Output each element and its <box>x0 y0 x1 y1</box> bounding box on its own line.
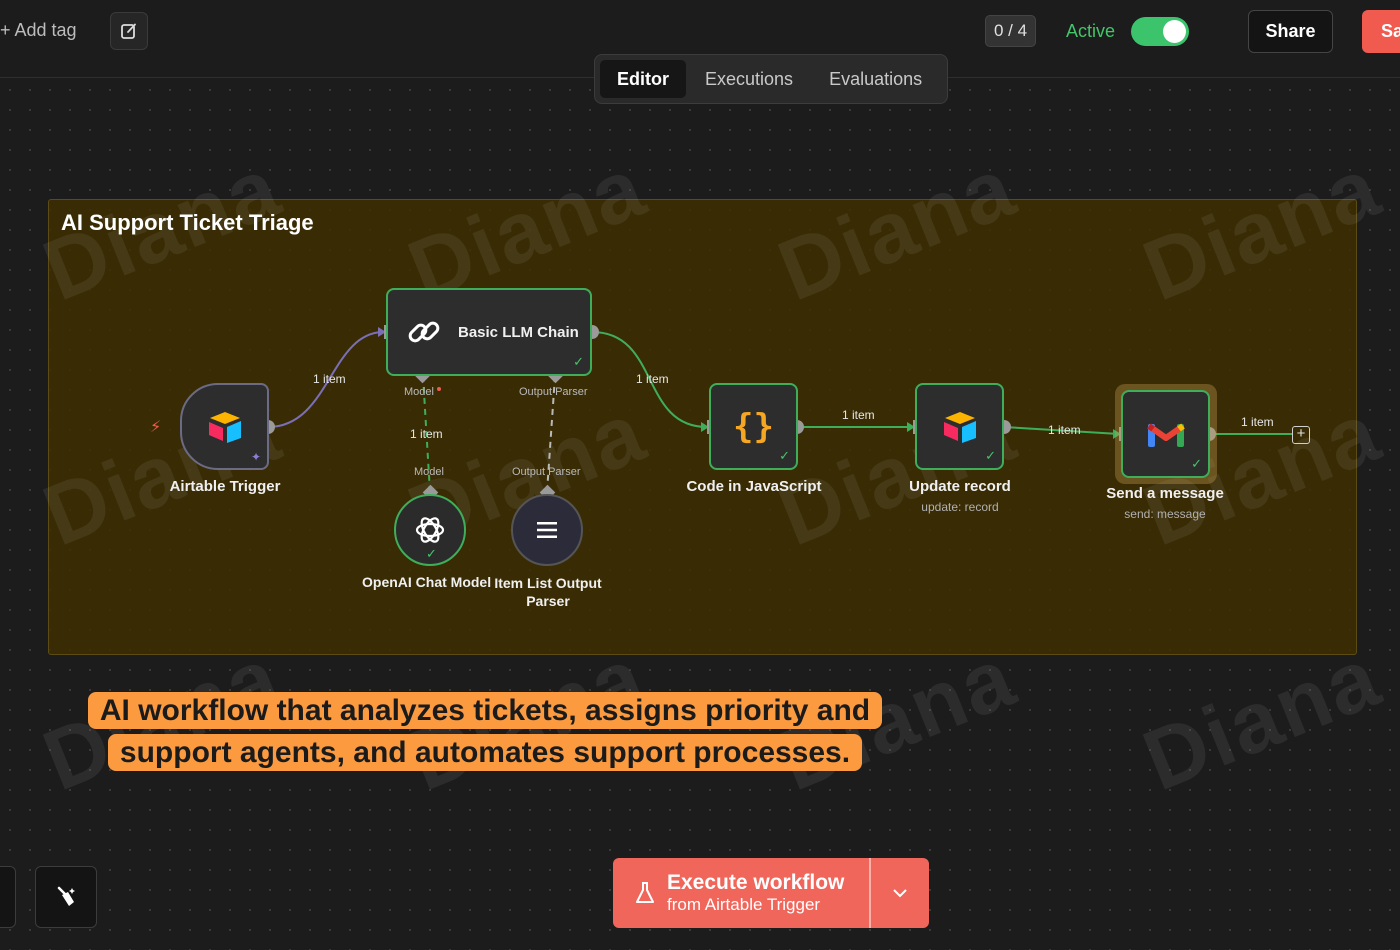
node-label: Code in JavaScript <box>686 478 822 495</box>
save-button[interactable]: Sa <box>1362 10 1400 53</box>
update-record-node[interactable]: ✓ <box>915 383 1004 470</box>
tab-executions[interactable]: Executions <box>688 60 810 98</box>
chevron-down-icon <box>893 888 907 897</box>
flask-icon <box>636 882 654 903</box>
zoom-control-button[interactable] <box>0 866 16 928</box>
node-label: Airtable Trigger <box>169 478 281 495</box>
active-label: Active <box>1066 21 1116 41</box>
active-toggle[interactable] <box>1131 17 1189 46</box>
add-tag-button[interactable]: + Add tag <box>0 20 77 41</box>
send-a-message-node[interactable]: ✓ <box>1121 390 1210 478</box>
success-check-icon: ✓ <box>573 354 584 369</box>
node-label: Basic LLM Chain <box>458 323 579 341</box>
success-check-icon: ✓ <box>985 448 996 463</box>
braces-icon: {} <box>733 406 774 447</box>
caption-text: AI workflow that analyzes tickets, assig… <box>87 692 883 771</box>
execute-sublabel: from Airtable Trigger <box>667 895 821 914</box>
required-dot <box>437 387 441 391</box>
execute-dropdown-button[interactable] <box>869 858 929 928</box>
execute-main[interactable]: Execute workflow from Airtable Trigger <box>613 858 869 928</box>
edge-label: 1 item <box>410 427 443 441</box>
success-check-icon: ✓ <box>779 448 790 463</box>
node-label: Send a message <box>1106 485 1224 502</box>
tidy-up-button[interactable] <box>35 866 97 928</box>
caption-overlay: AI workflow that analyzes tickets, assig… <box>80 690 890 774</box>
view-tabs: Editor Executions Evaluations <box>594 54 948 104</box>
node-label: OpenAI Chat Model <box>362 574 492 590</box>
link-icon <box>408 321 440 343</box>
evaluation-counter: 0 / 4 <box>985 15 1037 47</box>
airtable-trigger-node[interactable]: ✦ <box>180 383 269 470</box>
add-node-button[interactable]: + <box>1292 426 1310 444</box>
tab-evaluations[interactable]: Evaluations <box>812 60 939 98</box>
port-label-output-parser: Output Parser <box>519 386 588 398</box>
edge-label: 1 item <box>1241 415 1274 429</box>
basic-llm-chain-node[interactable]: Basic LLM Chain ✓ <box>386 288 592 376</box>
airtable-icon <box>943 411 976 443</box>
broom-icon <box>57 886 75 906</box>
success-check-icon: ✓ <box>1191 456 1202 471</box>
port-label-model: Model <box>404 386 434 398</box>
openai-chat-model-node[interactable]: ✓ <box>394 494 466 566</box>
edge-label: 1 item <box>636 372 669 386</box>
node-sublabel: update: record <box>921 500 999 514</box>
sticky-title: AI Support Ticket Triage <box>61 210 314 235</box>
edge-label: 1 item <box>842 408 875 422</box>
pin-icon: ✦ <box>250 450 261 464</box>
edge-label: 1 item <box>313 372 346 386</box>
node-sublabel: send: message <box>1124 507 1206 521</box>
airtable-icon <box>208 411 241 443</box>
watermark: Diana <box>1130 628 1394 810</box>
edge-label: 1 item <box>1048 423 1081 437</box>
share-button[interactable]: Share <box>1248 10 1333 53</box>
list-icon <box>537 522 557 538</box>
code-in-javascript-node[interactable]: {} ✓ <box>709 383 798 470</box>
node-label: Update record <box>909 478 1011 495</box>
success-check-icon: ✓ <box>426 546 437 561</box>
item-list-output-parser-node[interactable] <box>511 494 583 566</box>
port-label-output-parser: Output Parser <box>512 466 581 478</box>
execute-label: Execute workflow <box>667 871 845 894</box>
execute-workflow-button[interactable]: Execute workflow from Airtable Trigger <box>613 858 929 928</box>
node-label: Item List Output Parser <box>494 575 602 609</box>
gmail-icon <box>1146 423 1185 447</box>
edit-description-button[interactable] <box>110 12 148 50</box>
openai-icon <box>415 517 445 543</box>
port-label-model: Model <box>414 466 444 478</box>
trigger-bolt-icon: ⚡ <box>150 419 162 436</box>
tab-editor[interactable]: Editor <box>600 60 686 98</box>
edit-icon <box>121 23 136 39</box>
